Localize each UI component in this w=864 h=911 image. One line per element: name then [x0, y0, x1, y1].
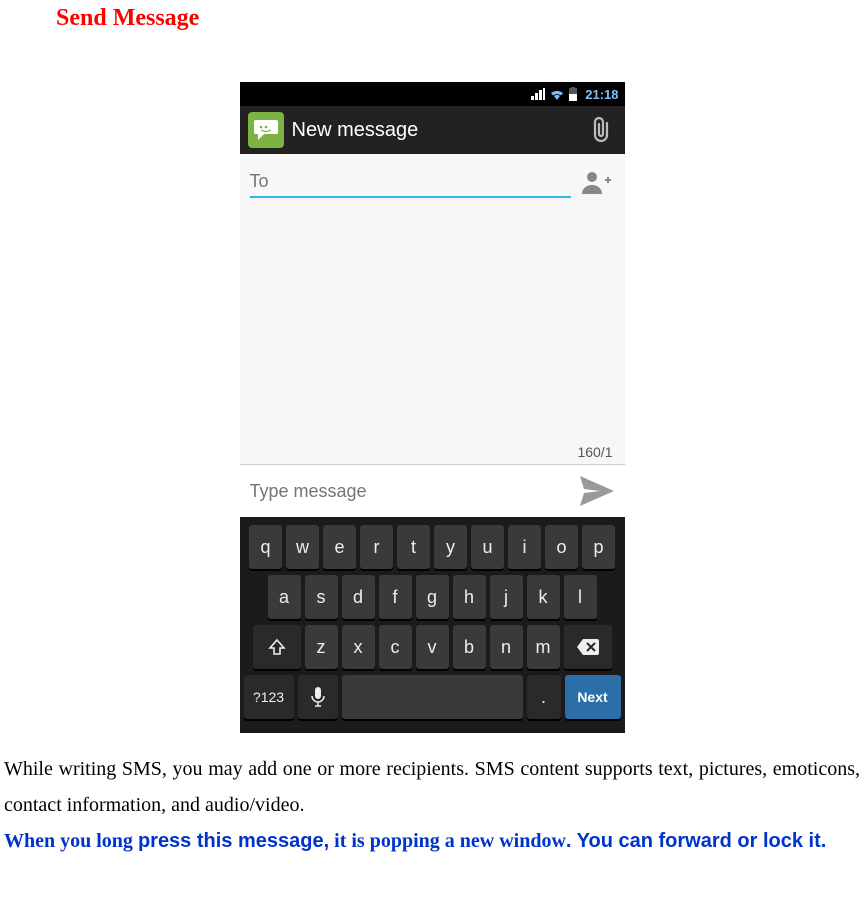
compose-row: [240, 464, 625, 517]
message-input[interactable]: [246, 473, 575, 510]
p2-part-b: press this message,: [138, 830, 329, 852]
recipient-row: [240, 154, 625, 204]
p2-part-d: . You can forward or lock it.: [566, 830, 826, 852]
key-o[interactable]: o: [545, 525, 578, 569]
key-i[interactable]: i: [508, 525, 541, 569]
add-contact-icon[interactable]: [579, 164, 615, 200]
key-n[interactable]: n: [490, 625, 523, 669]
paragraph-2: When you long press this message, it is …: [0, 823, 864, 859]
key-g[interactable]: g: [416, 575, 449, 619]
page-title: Send Message: [56, 5, 864, 32]
key-symbols[interactable]: ?123: [244, 675, 294, 719]
key-w[interactable]: w: [286, 525, 319, 569]
key-h[interactable]: h: [453, 575, 486, 619]
recipient-input[interactable]: [250, 167, 571, 198]
key-f[interactable]: f: [379, 575, 412, 619]
key-a[interactable]: a: [268, 575, 301, 619]
key-q[interactable]: q: [249, 525, 282, 569]
paragraph-1: While writing SMS, you may add one or mo…: [0, 751, 864, 823]
key-b[interactable]: b: [453, 625, 486, 669]
messaging-app-icon: [248, 112, 284, 148]
key-next[interactable]: Next: [565, 675, 621, 719]
message-thread-area: [240, 204, 625, 444]
signal-icon: [531, 88, 545, 100]
key-period[interactable]: .: [527, 675, 561, 719]
attachment-icon[interactable]: [585, 114, 617, 146]
battery-icon: [569, 87, 577, 101]
keyboard-row-1: q w e r t y u i o p: [244, 525, 621, 569]
key-space[interactable]: [342, 675, 523, 719]
phone-frame: 21:18 New message 160/1: [240, 82, 625, 733]
keyboard-row-4: ?123 . Next: [244, 675, 621, 719]
key-z[interactable]: z: [305, 625, 338, 669]
key-y[interactable]: y: [434, 525, 467, 569]
app-bar: New message: [240, 106, 625, 154]
key-v[interactable]: v: [416, 625, 449, 669]
key-c[interactable]: c: [379, 625, 412, 669]
key-mic-icon[interactable]: [298, 675, 338, 719]
key-j[interactable]: j: [490, 575, 523, 619]
key-backspace[interactable]: [564, 625, 612, 669]
key-p[interactable]: p: [582, 525, 615, 569]
key-t[interactable]: t: [397, 525, 430, 569]
key-s[interactable]: s: [305, 575, 338, 619]
key-e[interactable]: e: [323, 525, 356, 569]
soft-keyboard: q w e r t y u i o p a s d f g h j k l: [240, 517, 625, 733]
character-counter: 160/1: [240, 444, 625, 464]
key-k[interactable]: k: [527, 575, 560, 619]
status-clock: 21:18: [585, 87, 618, 102]
key-shift[interactable]: [253, 625, 301, 669]
p2-part-c: it is popping a new window: [329, 830, 566, 852]
app-bar-title: New message: [292, 119, 577, 142]
key-r[interactable]: r: [360, 525, 393, 569]
send-icon[interactable]: [575, 471, 619, 511]
keyboard-row-3: z x c v b n m: [244, 625, 621, 669]
screenshot-container: 21:18 New message 160/1: [0, 82, 864, 733]
key-m[interactable]: m: [527, 625, 560, 669]
key-x[interactable]: x: [342, 625, 375, 669]
wifi-icon: [549, 88, 565, 100]
status-bar: 21:18: [240, 82, 625, 106]
key-l[interactable]: l: [564, 575, 597, 619]
key-d[interactable]: d: [342, 575, 375, 619]
keyboard-row-2: a s d f g h j k l: [244, 575, 621, 619]
p2-part-a: When you long: [4, 830, 138, 852]
key-u[interactable]: u: [471, 525, 504, 569]
